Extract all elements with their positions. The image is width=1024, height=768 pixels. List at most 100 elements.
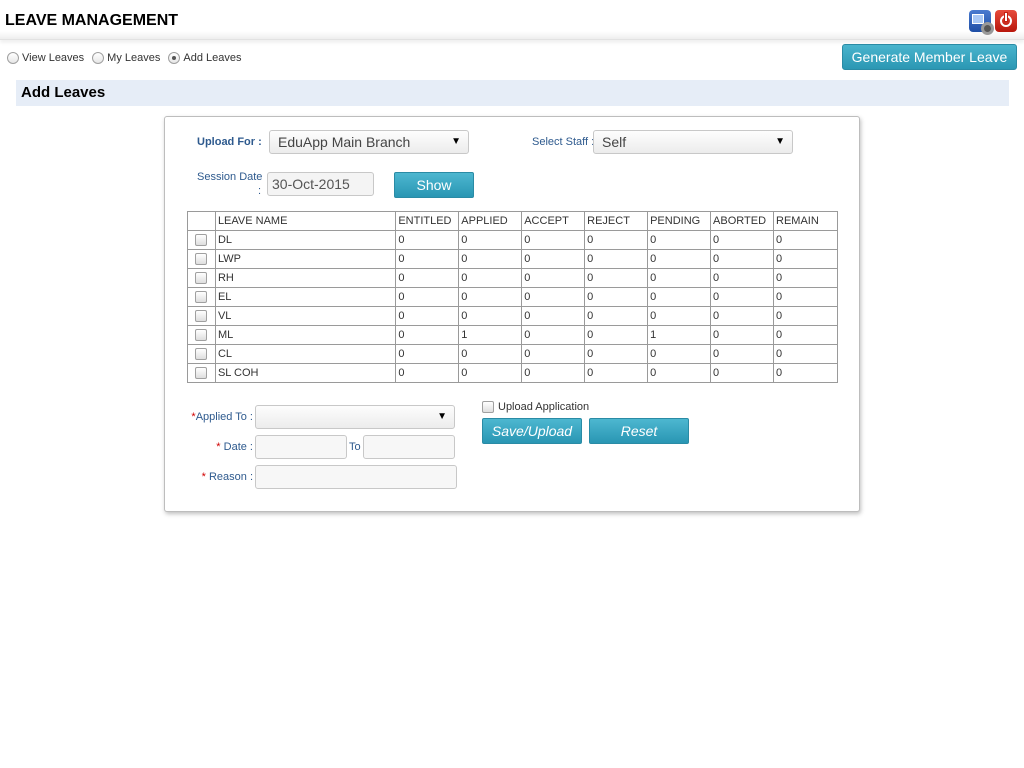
chevron-down-icon: ▼: [451, 136, 461, 147]
table-row: LWP 0 0 0 0 0 0 0: [187, 249, 838, 269]
leave-view-radio-group: View Leaves My Leaves Add Leaves: [7, 50, 249, 66]
date-to-input[interactable]: [363, 435, 455, 459]
reason-label: * Reason :: [201, 471, 253, 483]
reset-button[interactable]: Reset: [589, 418, 689, 444]
table-row: RH 0 0 0 0 0 0 0: [187, 268, 838, 288]
date-label: * Date :: [216, 441, 253, 453]
leave-summary-table: LEAVE NAME ENTITLED APPLIED ACCEPT REJEC…: [187, 211, 838, 383]
row-select-cell: [187, 287, 216, 307]
applied-to-select[interactable]: ▼: [255, 405, 455, 429]
row-checkbox[interactable]: [195, 272, 208, 285]
table-cell: 0: [710, 230, 774, 250]
table-row: VL 0 0 0 0 0 0 0: [187, 306, 838, 326]
row-select-cell: [187, 268, 216, 288]
generate-member-leave-button[interactable]: Generate Member Leave: [842, 44, 1017, 70]
table-cell: 0: [584, 363, 649, 383]
upload-for-value: EduApp Main Branch: [278, 134, 411, 150]
date-from-input[interactable]: [255, 435, 347, 459]
radio-view-leaves-label: View Leaves: [22, 52, 85, 64]
radio-my-leaves[interactable]: My Leaves: [92, 52, 160, 64]
row-checkbox[interactable]: [195, 329, 208, 342]
column-header: REMAIN: [773, 211, 838, 231]
select-staff-select[interactable]: Self ▼: [593, 130, 793, 154]
table-cell: 0: [458, 268, 523, 288]
row-checkbox[interactable]: [195, 291, 208, 304]
chevron-down-icon: ▼: [437, 411, 447, 422]
table-cell: 0: [773, 344, 838, 364]
leave-name-cell: DL: [214, 230, 397, 250]
app-header: LEAVE MANAGEMENT: [0, 0, 1024, 40]
upload-for-select[interactable]: EduApp Main Branch ▼: [269, 130, 469, 154]
leave-name-cell: ML: [214, 325, 397, 345]
show-button[interactable]: Show: [394, 172, 474, 198]
chevron-down-icon: ▼: [775, 136, 785, 147]
row-select-cell: [187, 363, 216, 383]
reason-input[interactable]: [255, 465, 457, 489]
radio-view-leaves[interactable]: View Leaves: [7, 52, 84, 64]
table-cell: 0: [773, 306, 838, 326]
table-header-row: LEAVE NAME ENTITLED APPLIED ACCEPT REJEC…: [187, 211, 838, 231]
table-cell: 0: [710, 325, 774, 345]
table-cell: 0: [710, 249, 774, 269]
table-cell: 1: [647, 325, 712, 345]
date-to-label: To: [349, 441, 361, 453]
row-checkbox[interactable]: [195, 367, 208, 380]
row-checkbox[interactable]: [195, 348, 208, 361]
leave-name-cell: RH: [214, 268, 397, 288]
table-cell: 0: [647, 287, 712, 307]
table-cell: 0: [584, 344, 649, 364]
table-cell: 0: [773, 249, 838, 269]
select-column-header: [187, 211, 216, 231]
select-staff-value: Self: [602, 134, 627, 150]
table-cell: 0: [458, 230, 523, 250]
table-cell: 1: [458, 325, 523, 345]
page-title: LEAVE MANAGEMENT: [5, 12, 179, 29]
table-cell: 0: [584, 268, 649, 288]
table-cell: 0: [521, 230, 586, 250]
column-header: ENTITLED: [395, 211, 460, 231]
table-cell: 0: [647, 249, 712, 269]
radio-view-leaves-circle[interactable]: [7, 52, 19, 64]
table-row: DL 0 0 0 0 0 0 0: [187, 230, 838, 250]
row-checkbox[interactable]: [195, 310, 208, 323]
table-cell: 0: [458, 306, 523, 326]
table-cell: 0: [584, 306, 649, 326]
row-checkbox[interactable]: [195, 234, 208, 247]
leave-name-cell: VL: [214, 306, 397, 326]
settings-icon[interactable]: [969, 10, 994, 35]
table-row: EL 0 0 0 0 0 0 0: [187, 287, 838, 307]
upload-for-label: Upload For :: [197, 136, 262, 148]
row-select-cell: [187, 249, 216, 269]
table-cell: 0: [521, 325, 586, 345]
table-cell: 0: [710, 363, 774, 383]
table-cell: 0: [773, 363, 838, 383]
power-icon[interactable]: [995, 10, 1017, 32]
table-cell: 0: [521, 306, 586, 326]
table-cell: 0: [773, 230, 838, 250]
table-row: SL COH 0 0 0 0 0 0 0: [187, 363, 838, 383]
radio-my-leaves-circle[interactable]: [92, 52, 105, 64]
table-cell: 0: [395, 268, 460, 288]
table-cell: 0: [584, 249, 649, 269]
table-cell: 0: [710, 344, 774, 364]
upload-application-option[interactable]: Upload Application: [482, 401, 589, 413]
column-header: ABORTED: [710, 211, 774, 231]
radio-add-leaves[interactable]: Add Leaves: [168, 52, 241, 64]
table-cell: 0: [584, 287, 649, 307]
table-cell: 0: [395, 325, 460, 345]
session-date-input[interactable]: 30-Oct-2015: [267, 172, 374, 196]
save-upload-button[interactable]: Save/Upload: [482, 418, 582, 444]
table-cell: 0: [395, 344, 460, 364]
row-select-cell: [187, 344, 216, 364]
upload-application-checkbox[interactable]: [482, 401, 494, 413]
table-cell: 0: [395, 249, 460, 269]
table-cell: 0: [395, 363, 460, 383]
row-checkbox[interactable]: [195, 253, 208, 266]
table-cell: 0: [521, 249, 586, 269]
table-cell: 0: [458, 363, 523, 383]
session-date-label: Session Date: [197, 171, 263, 183]
radio-add-leaves-circle[interactable]: [168, 52, 181, 64]
section-title: Add Leaves: [21, 84, 106, 101]
table-cell: 0: [395, 306, 460, 326]
table-cell: 0: [773, 268, 838, 288]
